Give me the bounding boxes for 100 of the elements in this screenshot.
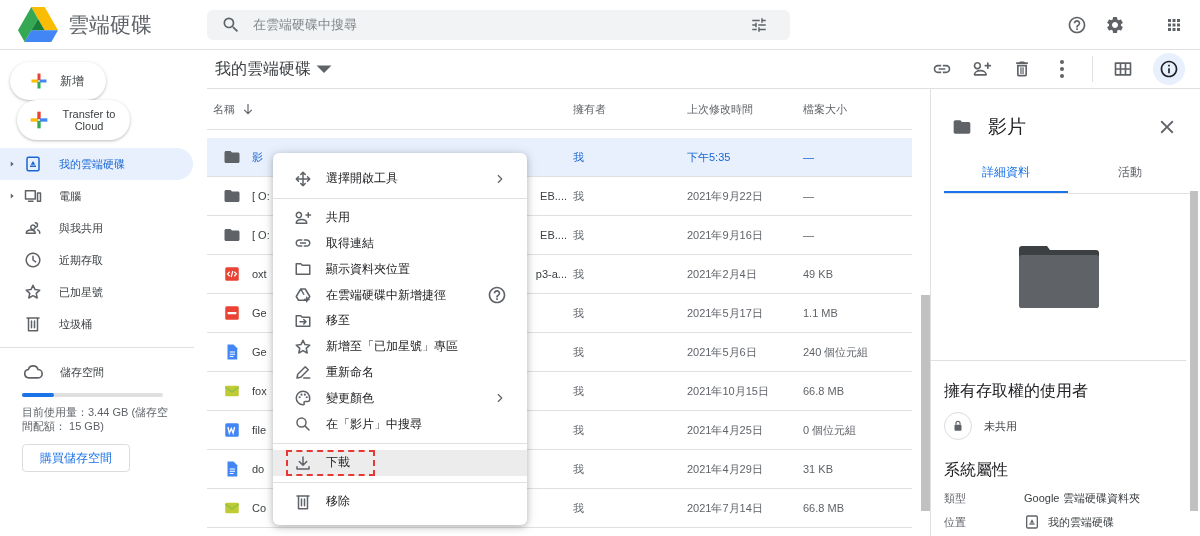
owner-cell-text: 我 (573, 383, 585, 399)
scrollbar[interactable] (921, 295, 930, 511)
column-header[interactable]: 上次修改時間 (687, 101, 803, 117)
search-field[interactable]: 在雲端硬碟中搜尋 (207, 9, 790, 40)
file-name: 影 (252, 149, 263, 165)
cloud-icon (23, 362, 43, 382)
menu-item[interactable]: 下載 (273, 449, 527, 476)
owner-cell-text: 我 (573, 422, 585, 438)
file-name: do (252, 463, 265, 475)
pencil-icon (294, 363, 312, 382)
transfer-to-cloud-button[interactable]: Transfer to Cloud (17, 100, 130, 140)
settings-icon[interactable] (1105, 14, 1125, 35)
plus-icon (29, 110, 49, 130)
info-button[interactable] (1153, 53, 1185, 85)
computer-icon (24, 187, 42, 205)
menu-item[interactable]: 取得連結 (273, 230, 527, 257)
details-tab[interactable]: 活動 (1068, 153, 1192, 193)
buy-storage-button[interactable]: 購買儲存空間 (22, 444, 130, 472)
column-header[interactable]: 檔案大小 (803, 101, 912, 117)
sidebar-item[interactable]: 已加星號 (0, 276, 193, 308)
owner-cell-text: 我 (573, 461, 585, 477)
folder-icon (223, 148, 241, 166)
help-icon[interactable] (1067, 14, 1087, 35)
filter-options-icon[interactable] (750, 15, 768, 34)
menu-item[interactable]: 顯示資料夾位置 (273, 256, 527, 283)
storage-label: 儲存空間 (60, 364, 104, 380)
file-name: [ O: (252, 190, 270, 202)
help-icon[interactable] (487, 285, 507, 306)
owner-cell-text: 我 (573, 227, 585, 243)
property-value: 我的雲端硬碟 (1048, 514, 1114, 530)
property-label: 類型 (944, 491, 967, 506)
sidebar-item[interactable]: 電腦 (0, 180, 193, 212)
modified-cell-text: 2021年9月16日 (687, 227, 764, 243)
palette-icon (294, 389, 312, 408)
menu-item[interactable]: 移除 (273, 488, 527, 515)
sharing-status: 未共用 (984, 418, 1017, 434)
details-tab[interactable]: 詳細資料 (944, 153, 1068, 193)
menu-item[interactable]: 新增至「已加星號」專區 (273, 333, 527, 360)
sidebar-item[interactable]: 我的雲端硬碟 (0, 148, 193, 180)
trash-icon (294, 492, 312, 511)
section-heading: 系統屬性 (944, 460, 1009, 480)
column-header[interactable]: 擁有者 (573, 101, 687, 117)
file-name: oxt (252, 268, 267, 280)
add-shortcut-icon (294, 286, 312, 305)
menu-item[interactable]: 變更顏色 (273, 385, 527, 412)
sidebar-item[interactable]: 垃圾桶 (0, 308, 193, 340)
folder-preview-icon (1018, 246, 1099, 308)
file-name: fox (252, 385, 267, 397)
file-name: file (252, 424, 267, 436)
modified-cell-text: 2021年4月29日 (687, 461, 764, 477)
star-icon (24, 283, 42, 301)
new-button[interactable]: 新增 (10, 62, 106, 100)
column-header[interactable]: 名稱 (213, 101, 235, 117)
more-icon (1059, 59, 1065, 79)
size-cell-text: 240 個位元組 (803, 344, 870, 360)
size-cell-text: — (803, 151, 815, 163)
menu-item[interactable]: 在「影片」中搜尋 (273, 411, 527, 437)
info-icon (1159, 59, 1179, 79)
location-dropdown[interactable]: 我的雲端硬碟 (215, 58, 333, 80)
modified-cell-text: 2021年2月4日 (687, 266, 758, 282)
app-title: 雲端硬碟 (68, 11, 152, 38)
folder-icon (223, 187, 241, 205)
trash-icon (24, 315, 42, 333)
owner-cell-text: 我 (573, 500, 585, 516)
modified-cell-text: 2021年5月17日 (687, 305, 764, 321)
property-value: Google 雲端硬碟資料夾 (1024, 491, 1140, 506)
size-cell-text: — (803, 190, 815, 202)
storage-usage-text: 目前使用量：3.44 GB (儲存空間配額： 15 GB) (22, 405, 170, 433)
clock-icon (24, 251, 42, 269)
drive-logo (18, 7, 58, 42)
sort-arrow-icon[interactable] (241, 102, 255, 116)
size-cell-text: 66.8 MB (803, 502, 845, 514)
file-name: Co (252, 502, 267, 514)
size-cell-text: — (803, 229, 815, 241)
star-icon (294, 337, 312, 356)
details-title: 影片 (988, 115, 1026, 139)
file-name: [ O: (252, 229, 270, 241)
grid-view-icon (1113, 59, 1133, 79)
code-file-icon (223, 265, 241, 283)
sidebar-item[interactable]: 近期存取 (0, 244, 193, 276)
section-heading: 擁有存取權的使用者 (944, 381, 1089, 401)
property-label: 位置 (944, 514, 967, 530)
file-name: Ge (252, 346, 267, 358)
modified-cell-text: 2021年4月25日 (687, 422, 764, 438)
download-icon (294, 453, 312, 472)
sidebar-item[interactable]: 與我共用 (0, 212, 193, 244)
folder-icon (223, 226, 241, 244)
owner-cell-text: 我 (573, 344, 585, 360)
menu-item[interactable]: 移至 (273, 308, 527, 334)
size-cell-text: 0 個位元組 (803, 422, 858, 438)
modified-cell-text: 2021年10月15日 (687, 383, 770, 399)
owner-cell-text: 我 (573, 188, 585, 204)
drive-icon (24, 155, 42, 173)
owner-cell-text: 我 (573, 266, 585, 282)
modified-cell-text: 2021年7月14日 (687, 500, 764, 516)
file-name: EB.... (540, 190, 568, 202)
drive-icon (1024, 514, 1040, 530)
pdf-file-icon (223, 304, 241, 322)
plus-icon (30, 72, 48, 90)
scrollbar[interactable] (1190, 191, 1198, 511)
